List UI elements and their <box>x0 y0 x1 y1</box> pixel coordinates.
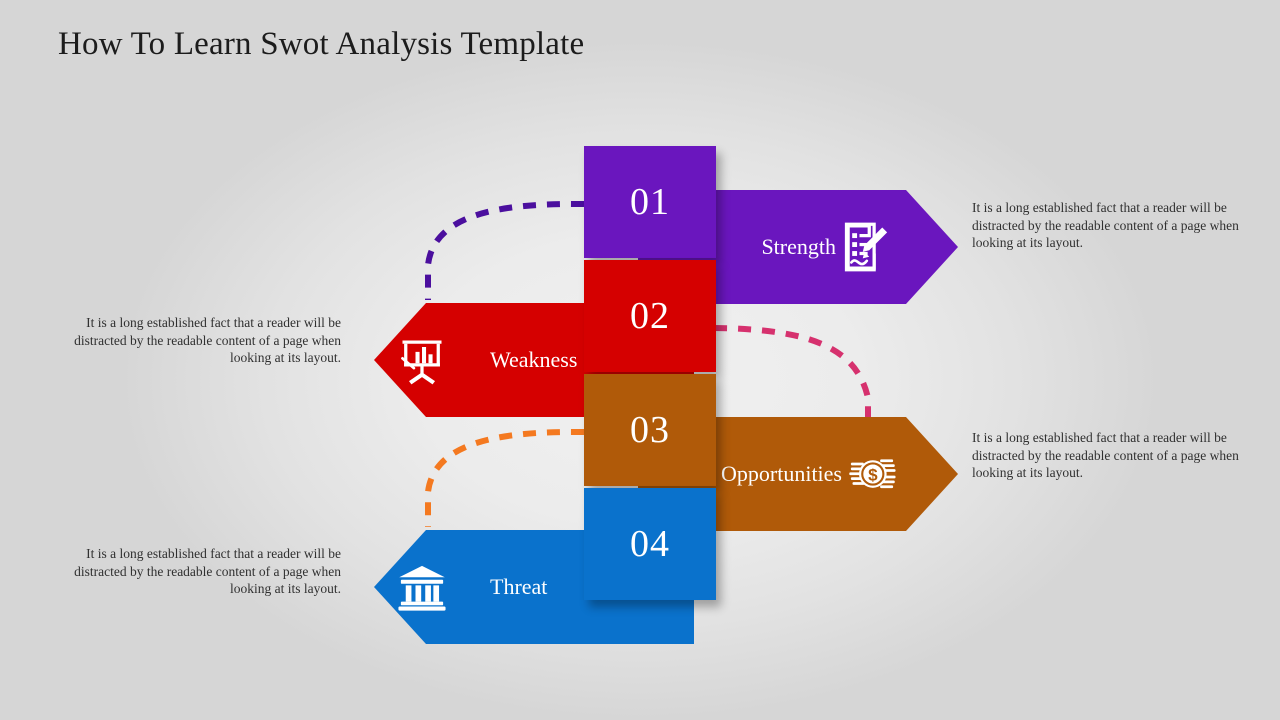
arrow-label-threat: Threat <box>490 574 548 599</box>
arrow-label-weakness: Weakness <box>490 347 578 372</box>
number-label-02: 02 <box>630 295 670 337</box>
document-pen-icon <box>840 221 892 273</box>
number-label-04: 04 <box>630 523 670 565</box>
money-coins-icon: $ <box>846 448 898 500</box>
number-box-02[interactable]: 02 <box>584 260 716 372</box>
connector-opportunities-to-threat <box>425 428 585 527</box>
description-weakness: It is a long established fact that a rea… <box>74 315 341 365</box>
arrow-label-strength: Strength <box>761 234 836 259</box>
presentation-chart-icon <box>396 334 448 386</box>
connector-strength-to-weakness <box>425 200 585 300</box>
number-box-03[interactable]: 03 <box>584 374 716 486</box>
description-opportunities: It is a long established fact that a rea… <box>972 430 1239 480</box>
arrow-label-opportunities: Opportunities <box>721 461 842 486</box>
svg-text:$: $ <box>868 466 878 485</box>
number-box-04[interactable]: 04 <box>584 488 716 600</box>
description-threat: It is a long established fact that a rea… <box>74 546 341 596</box>
swot-slide: How To Learn Swot Analysis Template Stre… <box>0 0 1280 720</box>
bank-building-icon <box>396 561 448 613</box>
connector-weakness-to-opportunities <box>713 325 871 422</box>
number-label-03: 03 <box>630 409 670 451</box>
number-label-01: 01 <box>630 181 670 223</box>
number-box-01[interactable]: 01 <box>584 146 716 258</box>
description-strength: It is a long established fact that a rea… <box>972 200 1239 250</box>
page-title: How To Learn Swot Analysis Template <box>58 26 585 62</box>
